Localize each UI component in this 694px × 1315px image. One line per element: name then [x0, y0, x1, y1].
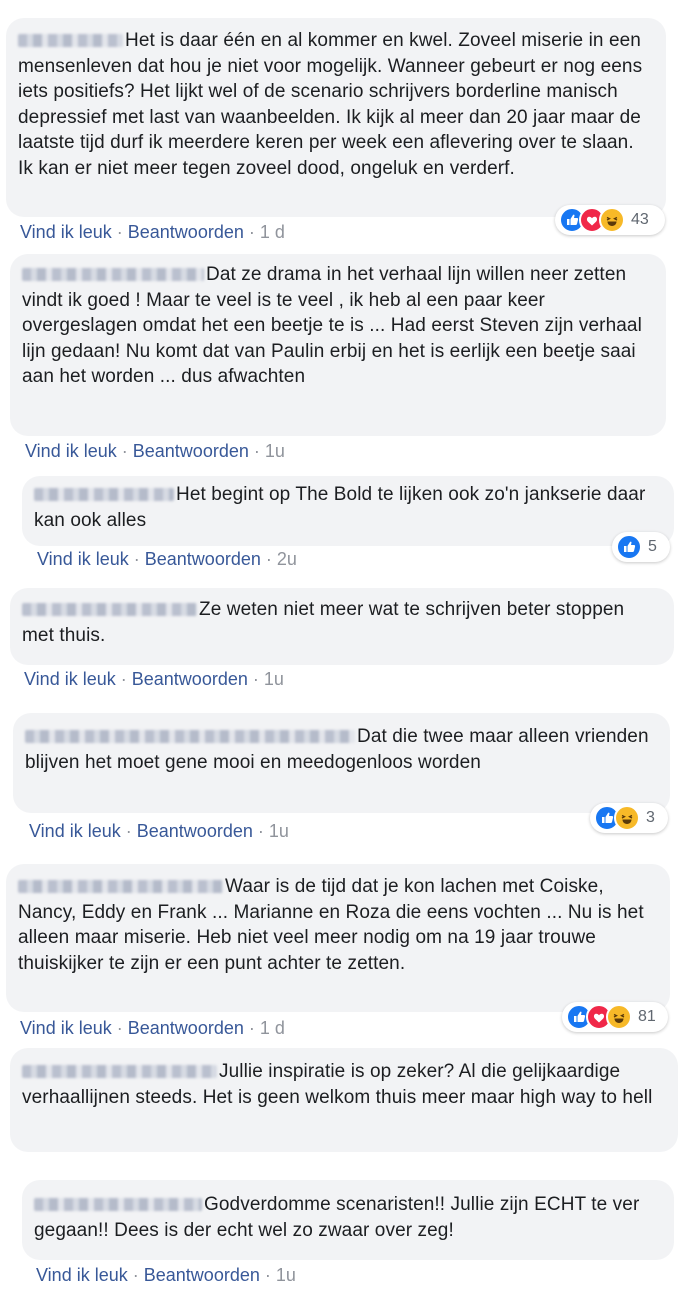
comment-actions: Vind ik leuk · Beantwoorden · 1u — [25, 441, 285, 461]
reactions-summary[interactable]: 43 — [555, 205, 665, 235]
reply-link[interactable]: Beantwoorden — [144, 1265, 260, 1285]
reply-link[interactable]: Beantwoorden — [128, 222, 244, 242]
comment-actions: Vind ik leuk · Beantwoorden · 1 d — [20, 1018, 285, 1038]
blurred-author-name[interactable] — [18, 34, 123, 47]
like-link[interactable]: Vind ik leuk — [20, 1018, 112, 1038]
like-link[interactable]: Vind ik leuk — [24, 669, 116, 689]
comment-bubble: Dat ze drama in het verhaal lijn willen … — [10, 254, 666, 436]
comment-bubble: Waar is de tijd dat je kon lachen met Co… — [6, 864, 670, 1012]
comment-text: Dat ze drama in het verhaal lijn willen … — [22, 264, 642, 387]
comment-timestamp[interactable]: 1u — [265, 441, 285, 461]
haha-reaction-icon — [606, 1004, 632, 1030]
reaction-count: 81 — [638, 1008, 656, 1025]
like-link[interactable]: Vind ik leuk — [25, 441, 117, 461]
reply-link[interactable]: Beantwoorden — [137, 821, 253, 841]
comment-bubble: Het is daar één en al kommer en kwel. Zo… — [6, 18, 666, 217]
comment-bubble: Ze weten niet meer wat te schrijven bete… — [10, 588, 674, 665]
comment-timestamp[interactable]: 1u — [276, 1265, 296, 1285]
like-link[interactable]: Vind ik leuk — [37, 549, 129, 569]
reaction-count: 3 — [646, 809, 655, 826]
blurred-author-name[interactable] — [34, 488, 174, 501]
comment-timestamp[interactable]: 1 d — [260, 222, 285, 242]
reactions-summary[interactable]: 3 — [590, 803, 668, 833]
blurred-author-name[interactable] — [22, 603, 197, 616]
blurred-author-name[interactable] — [22, 1065, 217, 1078]
haha-reaction-icon — [599, 207, 625, 233]
reply-link[interactable]: Beantwoorden — [128, 1018, 244, 1038]
comment-text: Het is daar één en al kommer en kwel. Zo… — [18, 30, 643, 179]
reactions-summary[interactable]: 5 — [612, 532, 670, 562]
comment-bubble: Het begint op The Bold te lijken ook zo'… — [22, 476, 674, 546]
comment-timestamp[interactable]: 1 d — [260, 1018, 285, 1038]
haha-reaction-icon — [614, 805, 640, 831]
blurred-author-name[interactable] — [22, 268, 204, 281]
blurred-author-name[interactable] — [18, 880, 223, 893]
reply-link[interactable]: Beantwoorden — [145, 549, 261, 569]
reply-link[interactable]: Beantwoorden — [133, 441, 249, 461]
comment-actions: Vind ik leuk · Beantwoorden · 1u — [36, 1265, 296, 1285]
like-link[interactable]: Vind ik leuk — [20, 222, 112, 242]
comment-actions: Vind ik leuk · Beantwoorden · 1 d — [20, 222, 285, 242]
blurred-author-name[interactable] — [34, 1198, 202, 1211]
like-link[interactable]: Vind ik leuk — [29, 821, 121, 841]
blurred-author-name[interactable] — [25, 730, 355, 743]
comment-bubble: Jullie inspiratie is op zeker? Al die ge… — [10, 1048, 678, 1152]
comment-bubble: Godverdomme scenaristen!! Jullie zijn EC… — [22, 1180, 674, 1260]
comment-timestamp[interactable]: 1u — [264, 669, 284, 689]
comment-timestamp[interactable]: 2u — [277, 549, 297, 569]
like-reaction-icon — [616, 534, 642, 560]
reaction-count: 5 — [648, 538, 657, 555]
reply-link[interactable]: Beantwoorden — [132, 669, 248, 689]
comment-actions: Vind ik leuk · Beantwoorden · 1u — [24, 669, 284, 689]
reactions-summary[interactable]: 81 — [562, 1002, 668, 1032]
comment-timestamp[interactable]: 1u — [269, 821, 289, 841]
comment-actions: Vind ik leuk · Beantwoorden · 1u — [29, 821, 289, 841]
reaction-count: 43 — [631, 211, 649, 228]
like-link[interactable]: Vind ik leuk — [36, 1265, 128, 1285]
comment-bubble: Dat die twee maar alleen vrienden blijve… — [13, 713, 670, 813]
comment-actions: Vind ik leuk · Beantwoorden · 2u — [37, 549, 297, 569]
